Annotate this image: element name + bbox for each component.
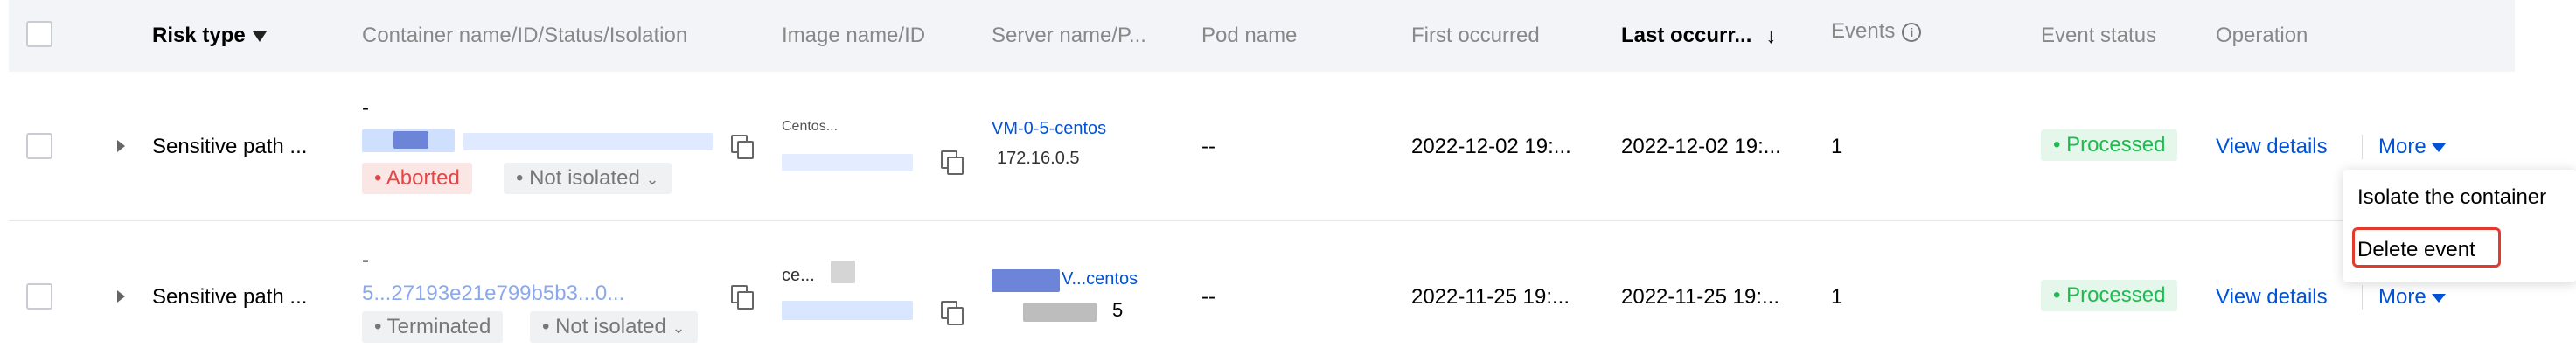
header-image: Image name/ID <box>782 24 926 47</box>
events-table: Risk type Container name/ID/Status/Isola… <box>9 0 2515 362</box>
header-container: Container name/ID/Status/Isolation <box>362 24 688 47</box>
divider <box>2362 135 2363 159</box>
header-risk-type[interactable]: Risk type <box>152 0 267 72</box>
copy-icon[interactable] <box>731 285 754 310</box>
header-server: Server name/P... <box>992 24 1146 47</box>
expand-row-icon[interactable] <box>117 140 125 152</box>
last-occurred: 2022-12-02 19:... <box>1621 135 1781 158</box>
container-status-label: Terminated <box>386 315 491 338</box>
more-label: More <box>2378 285 2426 309</box>
more-button[interactable]: More <box>2378 285 2446 310</box>
container-id-link[interactable]: 5...27193e21e799b5b3...0... <box>362 282 624 306</box>
event-count: 1 <box>1831 285 1843 309</box>
image-name: Centos... <box>782 119 839 134</box>
menu-item-delete-event[interactable]: Delete event <box>2357 238 2475 262</box>
image-id-link[interactable] <box>782 301 913 320</box>
container-id-link[interactable] <box>463 133 713 150</box>
first-occurred: 2022-12-02 19:... <box>1411 135 1571 158</box>
chevron-down-icon: ⌄ <box>672 319 686 337</box>
header-events: Events i <box>1831 0 1922 67</box>
view-details-link[interactable]: View details <box>2216 135 2328 159</box>
header-pod: Pod name <box>1201 24 1298 47</box>
server-ip: 5 <box>1112 299 1124 321</box>
header-operation: Operation <box>2216 24 2308 47</box>
view-details-link[interactable]: View details <box>2216 285 2328 310</box>
container-dash: - <box>362 96 369 120</box>
container-dash: - <box>362 248 369 272</box>
server-name-link[interactable]: VM-0-5-centos <box>992 119 1106 139</box>
header-last-occurred-label: Last occurr... <box>1621 24 1752 47</box>
divider <box>2362 285 2363 310</box>
table-header: Risk type Container name/ID/Status/Isola… <box>9 0 2515 72</box>
more-label: More <box>2378 135 2426 158</box>
first-occurred: 2022-11-25 19:... <box>1411 285 1570 309</box>
sort-descending-icon[interactable]: ↓ <box>1765 1 1776 73</box>
server-name-redacted <box>992 269 1060 292</box>
last-occurred: 2022-11-25 19:... <box>1621 285 1780 309</box>
container-status-badge: • Terminated <box>362 311 504 343</box>
event-count: 1 <box>1831 135 1843 158</box>
more-button[interactable]: More <box>2378 135 2446 159</box>
copy-icon[interactable] <box>731 135 754 159</box>
header-first-occurred: First occurred <box>1411 24 1540 47</box>
header-event-status: Event status <box>2041 24 2157 47</box>
isolation-label: Not isolated <box>555 315 666 338</box>
filter-icon[interactable] <box>252 31 267 42</box>
info-icon[interactable]: i <box>1902 22 1922 42</box>
copy-icon[interactable] <box>941 301 964 325</box>
select-all-checkbox[interactable] <box>26 21 52 47</box>
header-events-label: Events <box>1831 19 1896 43</box>
risk-type-cell: Sensitive path ... <box>152 135 308 158</box>
isolation-label: Not isolated <box>529 166 640 190</box>
event-status-badge: • Processed <box>2041 280 2178 311</box>
pod-name: -- <box>1201 285 1215 309</box>
copy-icon[interactable] <box>941 150 964 175</box>
pod-name: -- <box>1201 135 1215 158</box>
image-id-link[interactable] <box>782 154 913 171</box>
event-status-label: Processed <box>2066 133 2166 157</box>
header-last-occurred[interactable]: Last occurr... ↓ <box>1621 0 1776 72</box>
image-name-redacted <box>831 261 855 283</box>
risk-type-cell: Sensitive path ... <box>152 285 308 309</box>
image-name: ce... <box>782 266 815 285</box>
row-checkbox[interactable] <box>26 283 52 310</box>
more-dropdown-menu: Isolate the container Delete event <box>2343 170 2576 282</box>
container-id-redacted-dark <box>393 131 428 149</box>
isolation-dropdown[interactable]: • Not isolated ⌄ <box>530 311 698 343</box>
row-checkbox[interactable] <box>26 133 52 159</box>
isolation-dropdown[interactable]: • Not isolated ⌄ <box>504 163 672 194</box>
row-divider <box>9 220 2515 221</box>
server-ip-redacted <box>1023 303 1097 322</box>
server-ip: 172.16.0.5 <box>997 149 1080 168</box>
container-status-label: Aborted <box>386 166 460 190</box>
server-name-link[interactable]: V...centos <box>1062 269 1138 289</box>
chevron-down-icon: ⌄ <box>645 171 659 188</box>
menu-item-isolate-container[interactable]: Isolate the container <box>2357 185 2546 210</box>
event-status-badge: • Processed <box>2041 129 2178 161</box>
caret-down-icon <box>2431 293 2446 303</box>
caret-down-icon <box>2431 143 2446 152</box>
container-status-badge: • Aborted <box>362 163 472 194</box>
event-status-label: Processed <box>2066 283 2166 307</box>
header-risk-type-label: Risk type <box>152 24 246 47</box>
expand-row-icon[interactable] <box>117 290 125 303</box>
